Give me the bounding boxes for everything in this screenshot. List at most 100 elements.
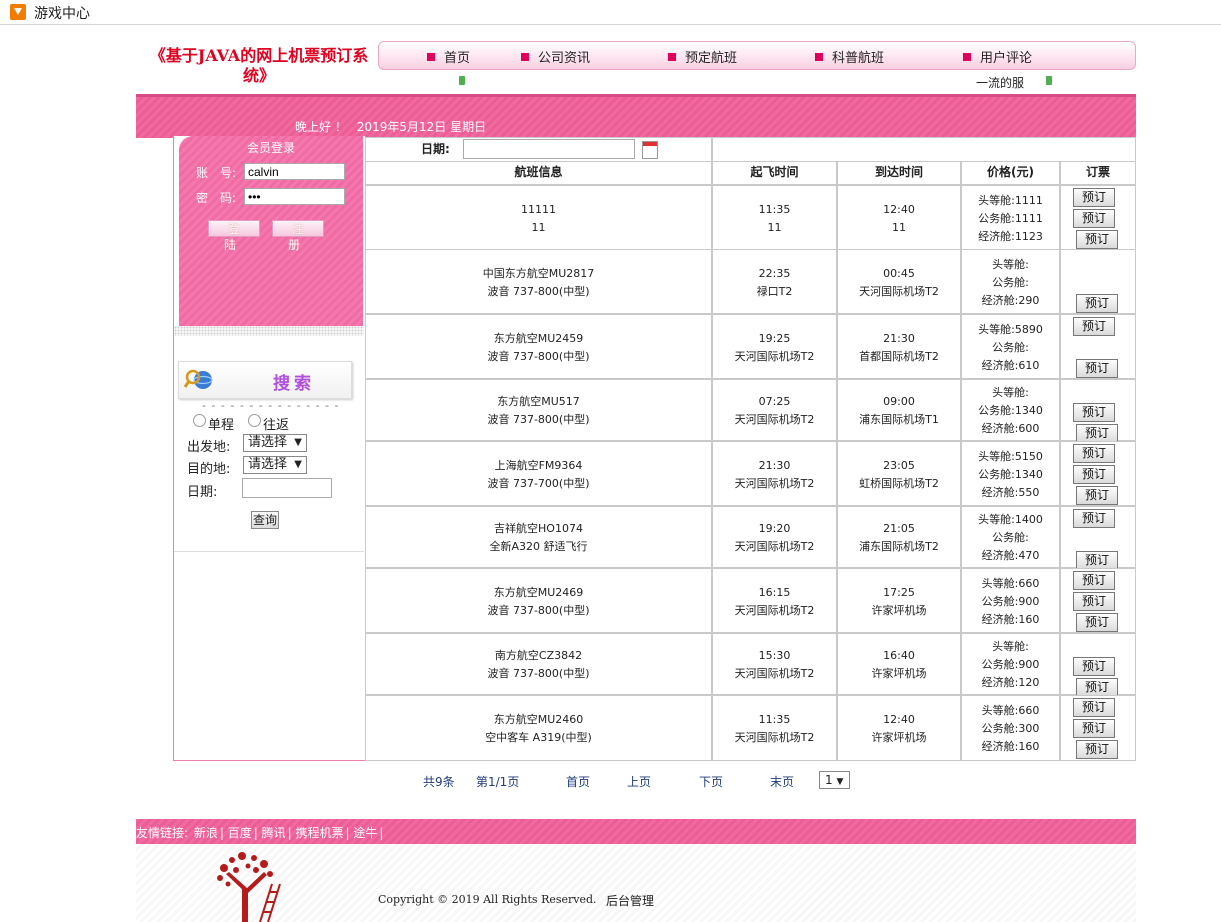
- book-first-button[interactable]: 预订: [1073, 509, 1115, 528]
- from-label: 出发地:: [187, 440, 231, 455]
- page-select[interactable]: 1 ▼: [819, 771, 850, 789]
- browser-tab-title[interactable]: 游戏中心: [34, 3, 90, 23]
- book-economy-button[interactable]: 预订: [1076, 740, 1118, 759]
- price-cell: 头等舱: 公务舱:1340 经济舱:600: [961, 379, 1060, 441]
- book-business-button[interactable]: 预订: [1073, 209, 1115, 228]
- price-economy-class: 经济舱:290: [981, 294, 1040, 307]
- pager-last[interactable]: 末页: [770, 773, 794, 790]
- book-first-button[interactable]: 预订: [1073, 571, 1115, 590]
- booking-cell: 预订 预订: [1060, 506, 1136, 570]
- book-business-button[interactable]: 预订: [1073, 403, 1115, 422]
- price-economy-class: 经济舱:550: [981, 486, 1040, 499]
- col-price: 价格(元): [961, 161, 1060, 185]
- arrival-cell: 16:40 许家坪机场: [837, 633, 961, 695]
- arrival-cell: 17:25 许家坪机场: [837, 568, 961, 633]
- register-button[interactable]: 注 册: [272, 220, 324, 252]
- book-first-button[interactable]: 预订: [1073, 444, 1115, 463]
- price-business-class: 公务舱:1111: [978, 212, 1043, 225]
- aircraft-type: 11: [531, 221, 546, 234]
- link-tuniu[interactable]: 途牛: [353, 826, 377, 840]
- account-input[interactable]: calvin: [244, 163, 345, 180]
- book-business-button[interactable]: 预订: [1073, 657, 1115, 676]
- link-sina[interactable]: 新浪: [194, 826, 218, 840]
- to-select[interactable]: 请选择 ▼: [243, 456, 307, 474]
- login-button[interactable]: 登 陆: [208, 220, 260, 252]
- admin-link[interactable]: 后台管理: [606, 892, 654, 909]
- game-center-icon[interactable]: [10, 4, 26, 20]
- price-first-class: 头等舱:660: [981, 704, 1040, 717]
- flight-number: 东方航空MU2460: [493, 713, 584, 726]
- link-baidu[interactable]: 百度: [228, 826, 252, 840]
- booking-cell: 预订: [1060, 249, 1136, 314]
- flight-info-cell: 南方航空CZ3842 波音 737-800(中型): [365, 633, 712, 695]
- one-way-radio[interactable]: [193, 414, 206, 427]
- book-economy-button[interactable]: 预订: [1076, 486, 1118, 505]
- price-business-class: 公务舱:900: [981, 595, 1040, 608]
- table-date-label: 日期:: [421, 142, 450, 156]
- arrival-time: 23:05: [883, 459, 915, 472]
- nav-item-user-reviews[interactable]: 用户评论: [963, 47, 1032, 66]
- arrival-airport: 天河国际机场T2: [859, 285, 939, 298]
- departure-time: 11:35: [758, 713, 791, 726]
- dropdown-arrow-icon: ▼: [294, 459, 302, 470]
- booking-cell: 预订 预订 预订: [1060, 568, 1136, 633]
- book-economy-button[interactable]: 预订: [1076, 359, 1118, 378]
- password-input[interactable]: •••: [244, 188, 345, 205]
- aircraft-type: 波音 737-800(中型): [487, 604, 590, 617]
- calendar-icon[interactable]: [642, 141, 658, 159]
- flight-info-cell: 东方航空MU2459 波音 737-800(中型): [365, 314, 712, 379]
- dashed-divider: - - - - - - - - - - - - - - -: [202, 399, 340, 412]
- nav-item-book-flight[interactable]: 预定航班: [668, 47, 737, 66]
- arrival-airport: 首都国际机场T2: [859, 350, 939, 363]
- book-economy-button[interactable]: 预订: [1076, 613, 1118, 632]
- table-date-input[interactable]: [463, 139, 635, 159]
- pager-next[interactable]: 下页: [699, 773, 723, 790]
- one-way-label: 单程: [208, 418, 235, 433]
- flight-info-cell: 吉祥航空HO1074 全新A320 舒适飞行: [365, 506, 712, 568]
- pager-prev[interactable]: 上页: [627, 773, 651, 790]
- link-tencent[interactable]: 腾讯: [262, 826, 286, 840]
- link-ctrip[interactable]: 携程机票: [296, 826, 344, 840]
- book-first-button[interactable]: 预订: [1073, 188, 1115, 207]
- arrival-time: 09:00: [883, 395, 915, 408]
- book-business-button[interactable]: 预订: [1073, 465, 1115, 484]
- pager-first[interactable]: 首页: [566, 773, 590, 790]
- from-select[interactable]: 请选择 ▼: [243, 434, 307, 452]
- flight-info-cell: 东方航空MU2469 波音 737-800(中型): [365, 568, 712, 633]
- aircraft-type: 空中客车 A319(中型): [485, 731, 592, 744]
- price-business-class: 公务舱:: [992, 341, 1029, 354]
- book-economy-button[interactable]: 预订: [1076, 230, 1118, 249]
- book-first-button[interactable]: 预订: [1073, 317, 1115, 336]
- price-first-class: 头等舱:5890: [978, 323, 1043, 336]
- col-flight-info: 航班信息: [365, 161, 712, 185]
- aircraft-type: 波音 737-800(中型): [487, 285, 590, 298]
- round-trip-radio[interactable]: [248, 414, 261, 427]
- price-business-class: 公务舱:: [992, 531, 1029, 544]
- aircraft-type: 波音 737-700(中型): [487, 477, 590, 490]
- flight-info-cell: 东方航空MU2460 空中客车 A319(中型): [365, 695, 712, 761]
- date-input[interactable]: [242, 478, 332, 498]
- price-cell: 头等舱:1400 公务舱: 经济舱:470: [961, 506, 1060, 568]
- price-cell: 头等舱:660 公务舱:300 经济舱:160: [961, 695, 1060, 761]
- book-first-button[interactable]: 预订: [1073, 698, 1115, 717]
- departure-airport: 天河国际机场T2: [734, 731, 815, 744]
- book-economy-button[interactable]: 预订: [1076, 294, 1118, 313]
- arrival-time: 21:30: [883, 332, 915, 345]
- departure-cell: 22:35 禄口T2: [712, 249, 837, 314]
- nav-item-home[interactable]: 首页: [427, 47, 470, 66]
- arrival-time: 12:40: [883, 713, 915, 726]
- friend-links-bar: 友情链接: 新浪 | 百度 | 腾讯 | 携程机票 | 途牛 |: [136, 819, 1136, 844]
- price-cell: 头等舱: 公务舱:900 经济舱:120: [961, 633, 1060, 695]
- query-button[interactable]: 查询: [251, 511, 279, 529]
- departure-time: 21:30: [758, 459, 791, 472]
- date-label: 日期:: [187, 485, 218, 500]
- speaker-icon: [1046, 76, 1052, 85]
- flight-info-cell: 上海航空FM9364 波音 737-700(中型): [365, 441, 712, 506]
- nav-item-company-news[interactable]: 公司资讯: [521, 47, 590, 66]
- book-business-button[interactable]: 预订: [1073, 592, 1115, 611]
- nav-item-science-flight[interactable]: 科普航班: [815, 47, 884, 66]
- arrival-cell: 21:30 首都国际机场T2: [837, 314, 961, 379]
- flight-number: 东方航空MU2459: [493, 332, 584, 345]
- price-cell: 头等舱:5150 公务舱:1340 经济舱:550: [961, 441, 1060, 506]
- book-business-button[interactable]: 预订: [1073, 719, 1115, 738]
